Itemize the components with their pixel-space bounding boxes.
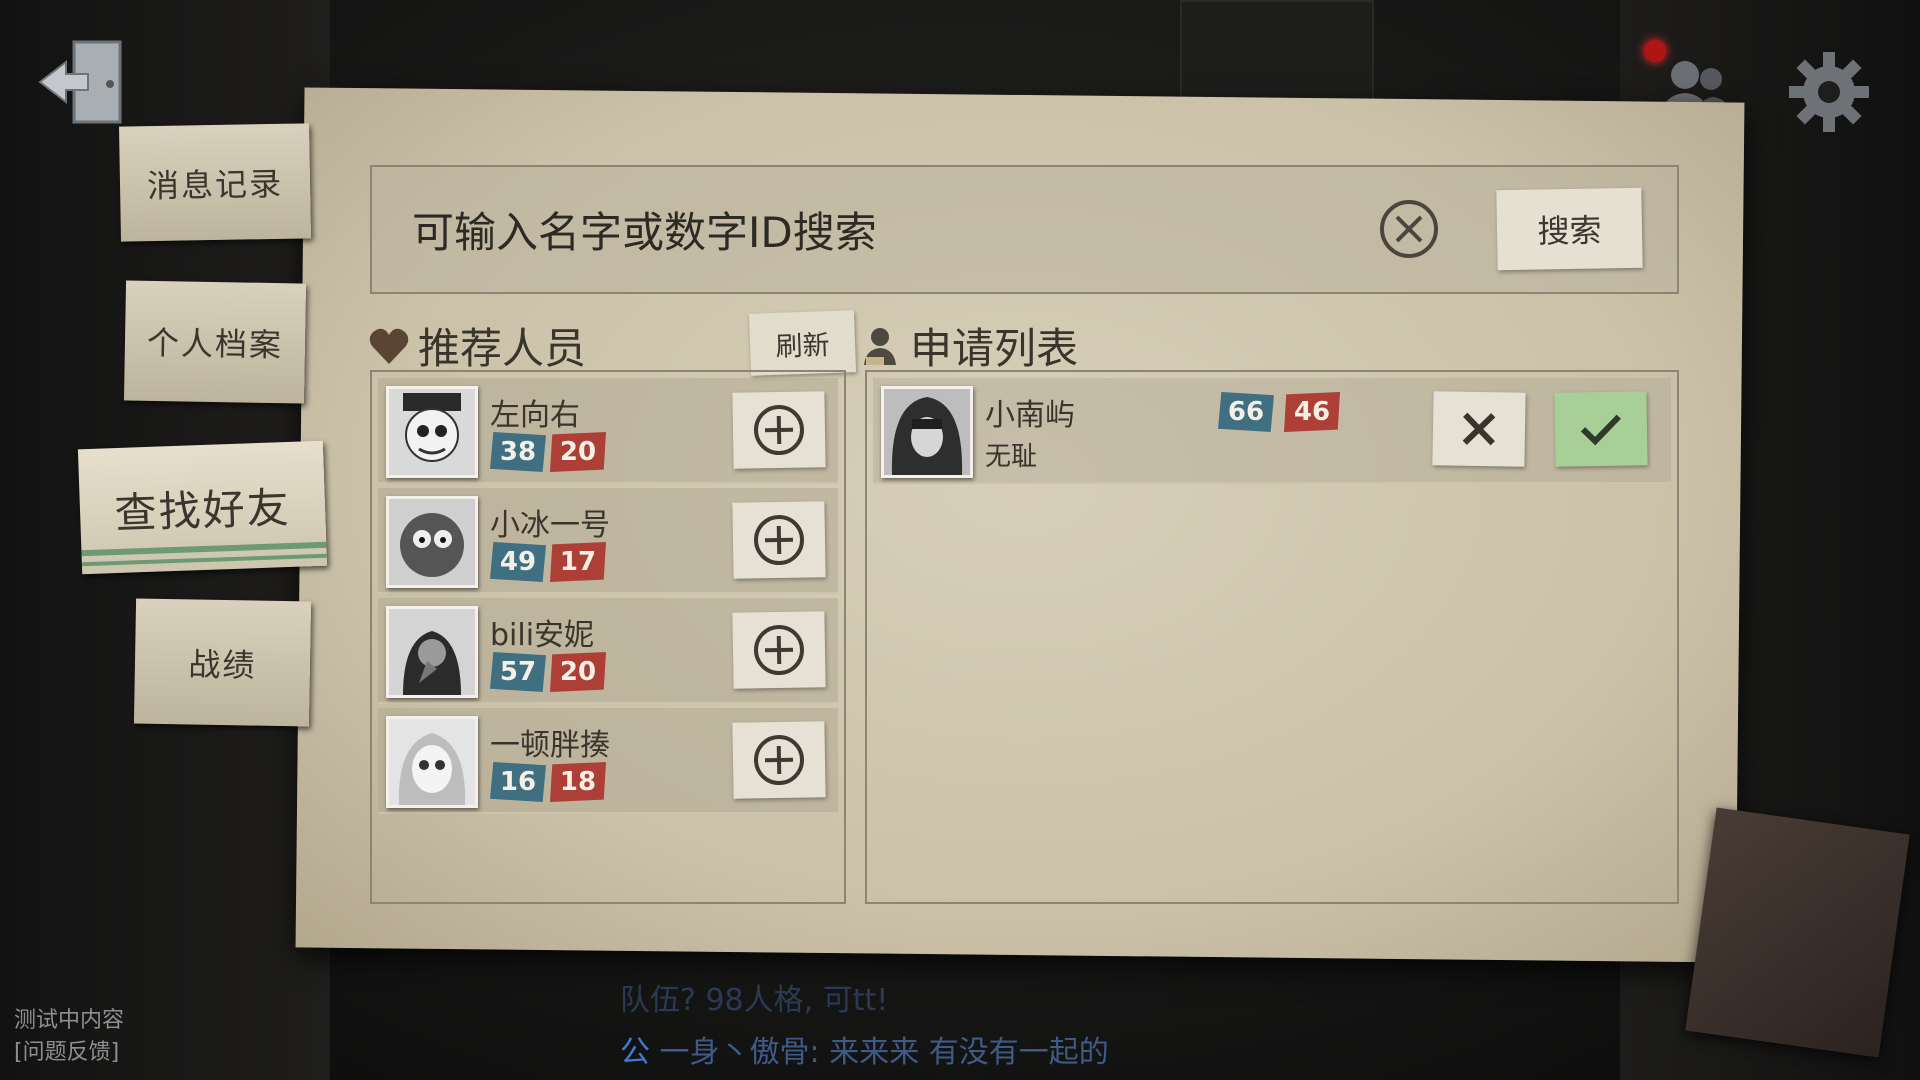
add-friend-button[interactable] xyxy=(732,391,826,469)
exit-door-icon xyxy=(38,40,122,124)
red-rank-badge: 20 xyxy=(550,432,606,472)
exit-button[interactable] xyxy=(36,36,132,132)
tab-label: 消息记录 xyxy=(146,164,284,205)
add-friend-button[interactable] xyxy=(732,611,826,689)
add-friend-button[interactable] xyxy=(732,721,826,799)
avatar[interactable] xyxy=(386,606,478,698)
test-content-label: 测试中内容 xyxy=(14,1008,125,1033)
list-item: 一顿胖揍 16 18 xyxy=(378,708,838,814)
channel-tag: 公 xyxy=(620,1035,650,1070)
list-item: 小南屿 无耻 66 46 xyxy=(873,378,1671,484)
tab-label: 查找好友 xyxy=(113,482,292,539)
user-name: 左向右 xyxy=(490,398,580,433)
avatar[interactable] xyxy=(386,386,478,478)
request-message: 无耻 xyxy=(985,442,1038,472)
chat-text: 一身丶傲骨: 来来来 有没有一起的 xyxy=(659,1035,1109,1070)
avatar[interactable] xyxy=(386,716,478,808)
list-item: bili安妮 57 20 xyxy=(378,598,838,704)
tab-match-record[interactable]: 战绩 xyxy=(133,598,312,727)
person-icon xyxy=(864,327,896,365)
blue-rank-badge: 16 xyxy=(490,762,546,802)
tab-message-history[interactable]: 消息记录 xyxy=(119,123,311,242)
red-rank-badge: 17 xyxy=(550,542,606,582)
recommended-header: 推荐人员 xyxy=(368,315,586,376)
red-rank-badge: 18 xyxy=(550,762,606,802)
list-item: 小冰一号 49 17 xyxy=(378,488,838,594)
avatar-portrait-icon xyxy=(884,389,970,475)
red-rank-badge: 20 xyxy=(550,652,606,692)
request-list: 小南屿 无耻 66 46 xyxy=(865,370,1679,904)
chat-line: 公 一身丶傲骨: 来来来 有没有一起的 xyxy=(620,1027,1109,1079)
search-button[interactable]: 搜索 xyxy=(1496,187,1643,271)
clear-x-icon xyxy=(1380,200,1438,258)
refresh-button[interactable]: 刷新 xyxy=(748,310,857,376)
gear-icon xyxy=(1789,52,1869,132)
blue-rank-badge: 66 xyxy=(1218,392,1274,432)
search-bar: 可输入名字或数字ID搜索 搜索 xyxy=(370,165,1679,294)
test-note: 测试中内容 [问题反馈] xyxy=(14,1005,124,1069)
user-name: 小冰一号 xyxy=(490,508,610,543)
avatar-portrait-icon xyxy=(389,499,475,585)
chat-line: 队伍? 98人格, 可tt! xyxy=(620,983,889,1018)
clear-search-button[interactable] xyxy=(1377,197,1441,261)
chat-feed: 队伍? 98人格, 可tt! 公 一身丶傲骨: 来来来 有没有一起的 xyxy=(620,975,1109,1079)
tab-label: 个人档案 xyxy=(146,323,284,365)
avatar-portrait-icon xyxy=(389,389,475,475)
tab-label: 战绩 xyxy=(188,644,257,685)
add-friend-button[interactable] xyxy=(732,501,826,579)
request-list-title: 申请列表 xyxy=(910,324,1079,373)
settings-button[interactable] xyxy=(1785,48,1873,136)
user-name: bili安妮 xyxy=(490,618,595,653)
reject-request-button[interactable] xyxy=(1432,391,1526,467)
blue-rank-badge: 49 xyxy=(490,542,546,582)
blue-rank-badge: 38 xyxy=(490,432,546,472)
add-plus-icon xyxy=(753,405,804,455)
refresh-label: 刷新 xyxy=(775,329,831,363)
list-item: 左向右 38 20 xyxy=(378,378,838,484)
avatar[interactable] xyxy=(386,496,478,588)
accept-check-icon xyxy=(1580,414,1621,446)
add-plus-icon xyxy=(753,735,804,785)
recommended-title: 推荐人员 xyxy=(418,324,587,373)
search-button-label: 搜索 xyxy=(1537,211,1602,251)
avatar-portrait-icon xyxy=(389,719,475,805)
user-name: 一顿胖揍 xyxy=(490,728,610,763)
search-input[interactable]: 可输入名字或数字ID搜索 xyxy=(412,189,1312,269)
recommended-list: 左向右 38 20 小冰一号 49 17 bili安妮 57 20 一顿胖揍 1… xyxy=(370,370,846,904)
heart-icon xyxy=(369,328,409,364)
tab-find-friends[interactable]: 查找好友 xyxy=(77,440,328,575)
notebook-decoration xyxy=(1685,807,1910,1058)
user-name: 小南屿 xyxy=(985,398,1075,433)
blue-rank-badge: 57 xyxy=(490,652,546,692)
feedback-link[interactable]: [问题反馈] xyxy=(14,1037,124,1069)
tab-active-stripe xyxy=(81,553,327,567)
red-rank-badge: 46 xyxy=(1284,392,1340,432)
request-list-header: 申请列表 xyxy=(862,315,1078,376)
avatar-portrait-icon xyxy=(389,609,475,695)
accept-request-button[interactable] xyxy=(1554,391,1648,467)
avatar[interactable] xyxy=(881,386,973,478)
add-plus-icon xyxy=(753,625,804,675)
add-plus-icon xyxy=(753,515,804,565)
tab-profile[interactable]: 个人档案 xyxy=(123,280,307,404)
reject-x-icon xyxy=(1462,412,1496,446)
